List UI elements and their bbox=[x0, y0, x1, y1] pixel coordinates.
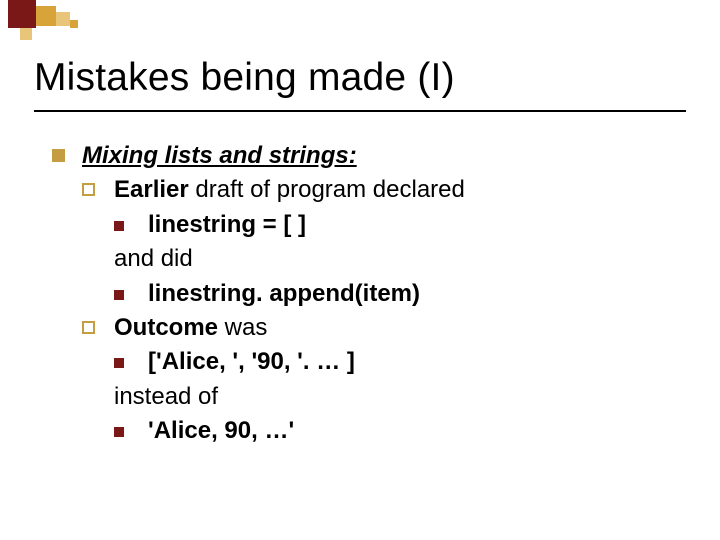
bullet-level3: ['Alice, ', '90, '. … ] bbox=[114, 346, 672, 378]
small-square-bullet-icon bbox=[114, 358, 124, 368]
text-outcome: Outcome bbox=[114, 314, 218, 341]
bullet-level3: linestring. append(item) bbox=[114, 278, 672, 310]
hollow-square-bullet-icon bbox=[82, 321, 95, 334]
bullet-level3: 'Alice, 90, …' bbox=[114, 415, 672, 447]
text-and-did: and did bbox=[114, 243, 672, 275]
section-heading: Mixing lists and strings: bbox=[82, 142, 357, 169]
code-linestring-decl: linestring = [ ] bbox=[148, 211, 306, 238]
text-instead-of: instead of bbox=[114, 381, 672, 413]
small-square-bullet-icon bbox=[114, 221, 124, 231]
text-earlier-rest: draft of program declared bbox=[189, 176, 465, 203]
square-bullet-icon bbox=[52, 149, 65, 162]
bullet-level2: Outcome was bbox=[82, 312, 672, 344]
small-square-bullet-icon bbox=[114, 427, 124, 437]
code-list-result: ['Alice, ', '90, '. … ] bbox=[148, 348, 355, 375]
code-linestring-append: linestring. append(item) bbox=[148, 280, 420, 307]
text-outcome-rest: was bbox=[218, 314, 267, 341]
slide-body: Mixing lists and strings: Earlier draft … bbox=[52, 140, 672, 448]
small-square-bullet-icon bbox=[114, 290, 124, 300]
title-rule bbox=[34, 110, 686, 112]
hollow-square-bullet-icon bbox=[82, 183, 95, 196]
code-string-result: 'Alice, 90, …' bbox=[148, 417, 294, 444]
bullet-level1: Mixing lists and strings: bbox=[52, 140, 672, 172]
corner-decoration bbox=[0, 0, 120, 40]
text-earlier: Earlier bbox=[114, 176, 189, 203]
slide-title: Mistakes being made (I) bbox=[34, 56, 455, 100]
bullet-level3: linestring = [ ] bbox=[114, 209, 672, 241]
bullet-level2: Earlier draft of program declared bbox=[82, 174, 672, 206]
